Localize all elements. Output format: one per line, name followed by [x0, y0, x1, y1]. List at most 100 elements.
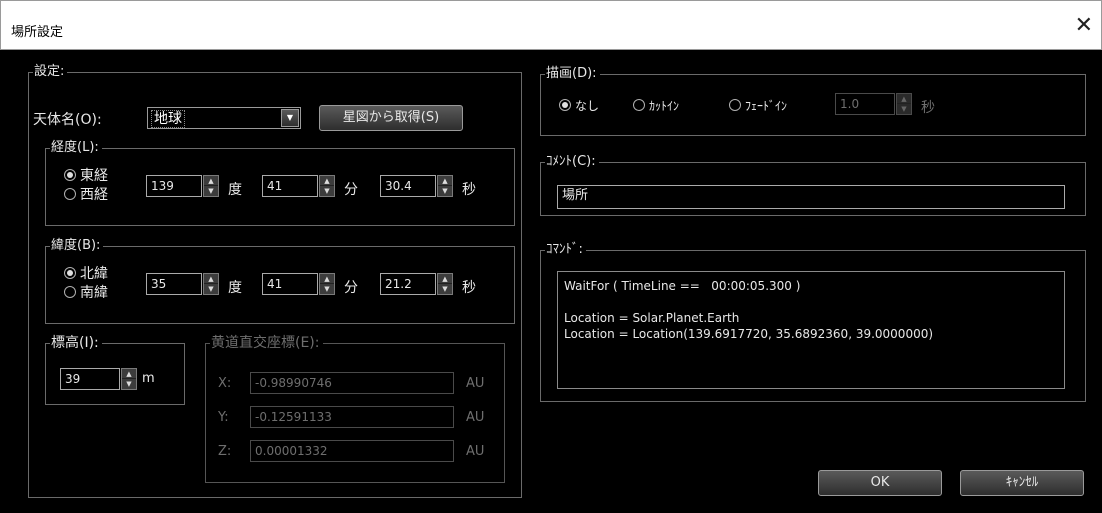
dialog-body: 設定: 天体名(O): 地球 ▼ 星図から取得(S) 経度(L): 東経 西経 … [0, 50, 1102, 513]
sec-unit: 秒 [462, 280, 476, 296]
spin-up-icon[interactable]: ▲ [320, 176, 334, 186]
altitude-spinner[interactable]: ▲ ▼ [121, 368, 137, 390]
command-line: Location = Solar.Planet.Earth [564, 311, 740, 325]
longitude-group: 経度(L): 東経 西経 139 ▲ ▼ 度 41 ▲ ▼ 分 30.4 ▲ ▼ 秒 [45, 140, 515, 226]
spin-down-icon[interactable]: ▼ [438, 284, 452, 294]
spin-down-icon[interactable]: ▼ [204, 284, 218, 294]
altitude-legend: 標高(I): [50, 335, 102, 351]
x-input: -0.98990746 [250, 372, 454, 394]
command-line: Location = Location(139.6917720, 35.6892… [564, 327, 934, 341]
altitude-unit: m [142, 371, 155, 386]
window-title: 場所設定 [11, 25, 64, 40]
comment-group: ｺﾒﾝﾄ(C): 場所 [540, 154, 1086, 216]
cutin-radio[interactable]: ｶｯﾄｲﾝ [633, 97, 679, 114]
ecliptic-group: 黄道直交座標(E): X: -0.98990746 AU Y: -0.12591… [205, 335, 505, 483]
spin-down-icon[interactable]: ▼ [122, 379, 136, 389]
north-radio[interactable]: 北緯 [64, 263, 108, 283]
none-radio[interactable]: なし [559, 97, 599, 114]
x-unit: AU [466, 376, 485, 391]
longitude-min-spinner[interactable]: ▲ ▼ [319, 175, 335, 197]
east-radio[interactable]: 東経 [64, 165, 108, 185]
longitude-deg-spinner[interactable]: ▲ ▼ [203, 175, 219, 197]
spin-down-icon[interactable]: ▼ [204, 186, 218, 196]
north-label: 北緯 [80, 266, 108, 282]
latitude-sec-input[interactable]: 21.2 [380, 273, 436, 295]
radio-icon [64, 286, 76, 298]
deg-unit: 度 [228, 280, 242, 296]
spin-up-icon[interactable]: ▲ [320, 274, 334, 284]
radio-selected-icon [559, 99, 571, 111]
command-group: ｺﾏﾝﾄﾞ: WaitFor ( TimeLine == 00:00:05.30… [540, 242, 1086, 402]
spin-down-icon[interactable]: ▼ [320, 284, 334, 294]
spin-up-icon: ▲ [897, 94, 911, 104]
command-text: WaitFor ( TimeLine == 00:00:05.300 ) Loc… [557, 271, 1065, 389]
ok-button[interactable]: OK [818, 470, 942, 496]
east-label: 東経 [80, 168, 108, 184]
settings-group: 設定: 天体名(O): 地球 ▼ 星図から取得(S) 経度(L): 東経 西経 … [28, 64, 522, 498]
longitude-sec-input[interactable]: 30.4 [380, 175, 436, 197]
altitude-group: 標高(I): 39 ▲ ▼ m [45, 335, 185, 405]
latitude-min-spinner[interactable]: ▲ ▼ [319, 273, 335, 295]
south-label: 南緯 [80, 285, 108, 301]
duration-unit: 秒 [921, 100, 935, 116]
spin-up-icon[interactable]: ▲ [122, 369, 136, 379]
radio-icon [729, 99, 741, 111]
chevron-down-icon[interactable]: ▼ [281, 109, 299, 127]
fadein-label: ﾌｪｰﾄﾞｲﾝ [745, 99, 788, 113]
cutin-label: ｶｯﾄｲﾝ [649, 99, 680, 113]
min-unit: 分 [344, 280, 358, 296]
body-name-value: 地球 [151, 110, 185, 128]
command-line: WaitFor ( TimeLine == 00:00:05.300 ) [564, 279, 801, 293]
spin-up-icon[interactable]: ▲ [204, 274, 218, 284]
spin-down-icon[interactable]: ▼ [320, 186, 334, 196]
spin-up-icon[interactable]: ▲ [438, 176, 452, 186]
command-legend: ｺﾏﾝﾄﾞ: [545, 242, 586, 258]
title-bar: 場所設定 ✕ [0, 0, 1102, 50]
longitude-legend: 経度(L): [50, 140, 102, 156]
latitude-deg-spinner[interactable]: ▲ ▼ [203, 273, 219, 295]
spin-down-icon[interactable]: ▼ [438, 186, 452, 196]
spin-up-icon[interactable]: ▲ [204, 176, 218, 186]
y-input: -0.12591133 [250, 406, 454, 428]
command-line [564, 294, 1058, 310]
x-label: X: [218, 376, 232, 391]
radio-selected-icon [64, 169, 76, 181]
ecliptic-legend: 黄道直交座標(E): [210, 335, 323, 351]
altitude-input[interactable]: 39 [60, 368, 120, 390]
spin-down-icon: ▼ [901, 105, 907, 113]
z-label: Z: [218, 444, 232, 459]
comment-legend: ｺﾒﾝﾄ(C): [545, 154, 599, 170]
comment-input[interactable]: 場所 [557, 185, 1065, 209]
latitude-group: 緯度(B): 北緯 南緯 35 ▲ ▼ 度 41 ▲ ▼ 分 21.2 ▲ ▼ 秒 [45, 238, 515, 324]
latitude-min-input[interactable]: 41 [262, 273, 318, 295]
fade-duration-spinner: ▲ ▼ [896, 93, 912, 115]
close-icon[interactable]: ✕ [1075, 13, 1093, 38]
body-name-combo[interactable]: 地球 ▼ [147, 107, 301, 129]
y-unit: AU [466, 410, 485, 425]
get-from-starmap-button[interactable]: 星図から取得(S) [319, 105, 463, 131]
west-radio[interactable]: 西経 [64, 184, 108, 204]
z-input: 0.00001332 [250, 440, 454, 462]
min-unit: 分 [344, 182, 358, 198]
radio-icon [64, 188, 76, 200]
drawing-group: 描画(D): なし ｶｯﾄｲﾝ ﾌｪｰﾄﾞｲﾝ 1.0 ▲ ▼ 秒 [540, 66, 1086, 136]
settings-legend: 設定: [33, 64, 68, 80]
spin-up-icon[interactable]: ▲ [438, 274, 452, 284]
body-name-label: 天体名(O): [33, 112, 102, 128]
west-label: 西経 [80, 187, 108, 203]
y-label: Y: [218, 410, 229, 425]
longitude-deg-input[interactable]: 139 [146, 175, 202, 197]
sec-unit: 秒 [462, 182, 476, 198]
none-label: なし [575, 99, 600, 113]
latitude-sec-spinner[interactable]: ▲ ▼ [437, 273, 453, 295]
z-unit: AU [466, 444, 485, 459]
fadein-radio[interactable]: ﾌｪｰﾄﾞｲﾝ [729, 97, 787, 114]
longitude-min-input[interactable]: 41 [262, 175, 318, 197]
latitude-deg-input[interactable]: 35 [146, 273, 202, 295]
deg-unit: 度 [228, 182, 242, 198]
cancel-button[interactable]: ｷｬﾝｾﾙ [960, 470, 1084, 496]
fade-duration-input: 1.0 [835, 93, 895, 115]
south-radio[interactable]: 南緯 [64, 282, 108, 302]
longitude-sec-spinner[interactable]: ▲ ▼ [437, 175, 453, 197]
drawing-legend: 描画(D): [545, 66, 600, 82]
